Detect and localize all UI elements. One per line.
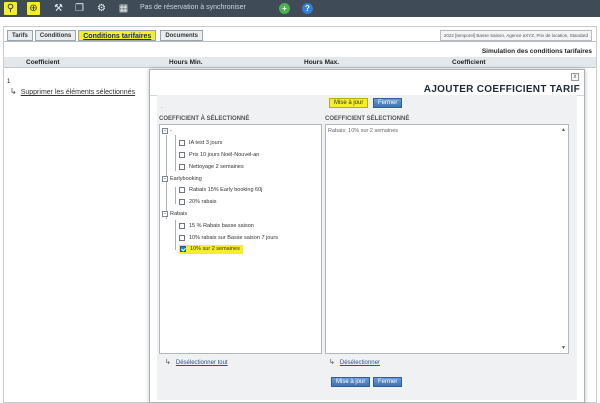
close-button-top[interactable]: Fermer: [373, 98, 403, 108]
sync-status: Pas de réservation à synchroniser: [140, 4, 246, 11]
tab-conditions[interactable]: Conditions: [34, 30, 77, 41]
return-arrow-icon: ↳: [329, 359, 335, 366]
to-select-header: COEFFICIENT À SÉLECTIONNÉ: [159, 116, 250, 122]
tree-item-label: 15 % Rabais basse saison: [189, 223, 254, 229]
selected-header: COEFFICIENT SÉLECTIONNÉ: [325, 116, 410, 122]
tools-icon[interactable]: ⚒: [52, 2, 65, 15]
tree-panel[interactable]: -- IA test 3 jours Prix 10 jours Noël-No…: [159, 124, 322, 354]
tab-documents[interactable]: Documents: [160, 30, 203, 41]
selected-value: Rabais: 10% sur 2 semaines: [328, 128, 399, 134]
simulation-title: Simulation des conditions tarifaires: [481, 48, 592, 55]
checkbox[interactable]: [179, 152, 185, 158]
tree-group-label: Rabais: [170, 211, 188, 217]
update-button-top[interactable]: Mise à jour: [329, 98, 369, 108]
col-coefficient: Coefficient: [26, 59, 60, 66]
tree-connector: [175, 135, 176, 171]
tree-connector: [175, 187, 176, 204]
tree-connector: [175, 220, 176, 250]
checkbox[interactable]: [179, 199, 185, 205]
divider: [4, 41, 596, 42]
checkbox-checked[interactable]: [180, 246, 186, 252]
checkbox[interactable]: [179, 223, 185, 229]
tree-group-earlybooking[interactable]: - Earlybooking: [162, 176, 202, 182]
tree-item[interactable]: IA test 3 jours: [179, 140, 222, 146]
tree-item-label: 10% rabais sur Basse saison 7 jours: [189, 235, 278, 241]
deselect-link[interactable]: ↳ Désélectionner: [329, 358, 380, 366]
add-coefficient-modal: x AJOUTER COEFFICIENT TARIF . Mise à jou…: [149, 69, 585, 403]
plus-icon[interactable]: +: [279, 3, 290, 14]
update-button-bottom[interactable]: Mise à jour: [331, 377, 371, 387]
tree-item-selected[interactable]: 10% sur 2 semaines: [179, 245, 243, 254]
tab-tarifs[interactable]: Tarifs: [7, 30, 33, 41]
scroll-down-icon[interactable]: ▼: [561, 345, 566, 351]
deselect-all-label: Désélectionner tout: [175, 360, 228, 366]
delete-selected-link[interactable]: ↳ Supprimer les éléments sélectionnés: [10, 87, 135, 96]
tree-item-label: Prix 10 jours Noël-Nouvel-an: [189, 152, 260, 158]
help-icon[interactable]: ?: [302, 3, 313, 14]
tree-item-label: IA test 3 jours: [189, 140, 223, 146]
scroll-up-icon[interactable]: ▲: [561, 127, 566, 133]
calendar-icon[interactable]: ▦: [117, 2, 130, 15]
checkbox[interactable]: [179, 235, 185, 241]
col-coefficient-2: Coefficient: [452, 59, 486, 66]
add-icon[interactable]: ⊕: [27, 2, 40, 15]
dot-mark: .: [161, 104, 163, 110]
tree-group-label: Earlybooking: [170, 176, 202, 182]
tree-group-root[interactable]: --: [162, 128, 172, 134]
tab-conditions-tarifaires[interactable]: Conditions tarifaires: [78, 30, 157, 41]
modal-title: AJOUTER COEFFICIENT TARIF: [423, 84, 580, 95]
tree-item[interactable]: 15 % Rabais basse saison: [179, 223, 254, 229]
tree-group-label: -: [170, 128, 172, 134]
collapse-icon[interactable]: -: [162, 176, 168, 182]
settings-icon[interactable]: ⚙: [95, 2, 108, 15]
return-arrow-icon: ↳: [165, 359, 171, 366]
tree-item[interactable]: 20% rabais: [179, 199, 217, 205]
checkbox[interactable]: [179, 164, 185, 170]
col-hours-min: Hours Min.: [169, 59, 203, 66]
tree-item-label: Nettoyage 2 semaines: [189, 164, 244, 170]
tree-item[interactable]: Nettoyage 2 semaines: [179, 164, 244, 170]
tree-item[interactable]: Rabais 15% Early booking 60j: [179, 187, 262, 193]
tree-item-label: 20% rabais: [189, 199, 217, 205]
tree-group-rabais[interactable]: - Rabais: [162, 211, 187, 217]
col-hours-max: Hours Max.: [304, 59, 340, 66]
close-button-bottom[interactable]: Fermer: [373, 377, 403, 387]
checkbox[interactable]: [179, 140, 185, 146]
top-toolbar: ⚲ ⊕ ⚒ ❐ ⚙ ▦ Pas de réservation à synchro…: [0, 0, 600, 17]
tree-item[interactable]: Prix 10 jours Noël-Nouvel-an: [179, 152, 259, 158]
copy-icon[interactable]: ❐: [73, 2, 86, 15]
tree-item[interactable]: 10% rabais sur Basse saison 7 jours: [179, 235, 278, 241]
checkbox[interactable]: [179, 187, 185, 193]
tenant-info: 2022 [temporel] Basse Saison, Agence aXY…: [439, 30, 592, 41]
delete-selected-label: Supprimer les éléments sélectionnés: [20, 89, 136, 96]
row-number: 1: [7, 79, 11, 85]
deselect-label: Désélectionner: [339, 360, 380, 366]
collapse-icon[interactable]: -: [162, 211, 168, 217]
tree-item-label: Rabais 15% Early booking 60j: [189, 187, 263, 193]
search-icon[interactable]: ⚲: [4, 2, 17, 15]
close-icon[interactable]: x: [571, 73, 579, 81]
return-arrow-icon: ↳: [10, 87, 17, 96]
table-header: Coefficient Hours Min. Hours Max. Coeffi…: [4, 57, 596, 68]
modal-body: . Mise à jour Fermer COEFFICIENT À SÉLEC…: [157, 95, 577, 400]
deselect-all-link[interactable]: ↳ Désélectionner tout: [165, 358, 228, 366]
selected-panel[interactable]: Rabais: 10% sur 2 semaines ▲ ▼: [325, 124, 569, 354]
collapse-icon[interactable]: -: [162, 128, 168, 134]
tree-item-label: 10% sur 2 semaines: [190, 246, 240, 252]
